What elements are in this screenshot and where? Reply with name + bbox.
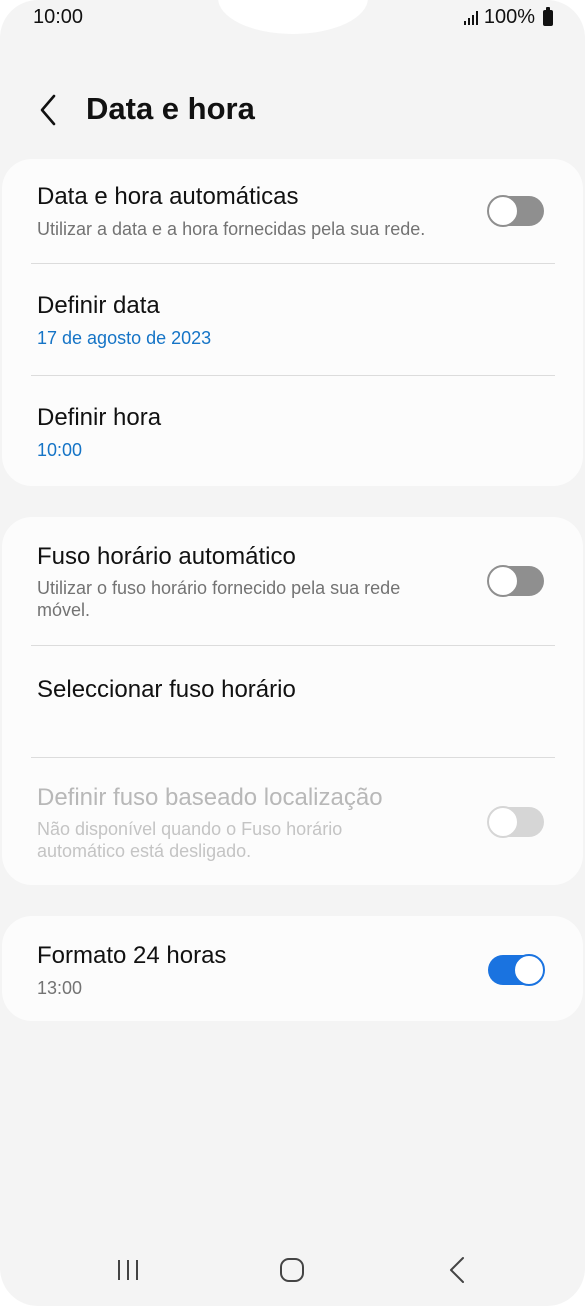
set-date-title: Definir data [37,292,160,319]
format-card: Formato 24 horas 13:00 [2,916,583,1021]
chevron-left-icon[interactable] [30,88,70,132]
status-bar: 10:00 100% [0,0,585,34]
format-24h-row[interactable]: Formato 24 horas 13:00 [2,916,583,1021]
back-icon[interactable] [427,1250,487,1290]
phone-screen: 10:00 100% Data e hora Data e hora autom… [0,0,585,1306]
toggle-knob [487,565,519,597]
status-right: 100% [463,6,553,29]
location-timezone-title: Definir fuso baseado localização [37,784,383,811]
recents-icon[interactable] [98,1250,158,1290]
auto-datetime-row[interactable]: Data e hora automáticas Utilizar a data … [2,159,583,264]
set-time-row[interactable]: Definir hora 10:00 [2,376,583,486]
auto-timezone-toggle[interactable] [487,565,544,597]
format-24h-toggle[interactable] [488,954,545,986]
select-timezone-row[interactable]: Seleccionar fuso horário [2,646,583,757]
toggle-knob [487,195,519,227]
app-header: Data e hora [0,80,585,140]
signal-icon [463,10,478,25]
datetime-card: Data e hora automáticas Utilizar a data … [2,159,583,486]
home-icon[interactable] [262,1250,322,1290]
auto-timezone-subtitle: Utilizar o fuso horário fornecido pela s… [37,578,401,620]
timezone-card: Fuso horário automático Utilizar o fuso … [2,517,583,885]
toggle-knob [487,806,519,838]
location-timezone-subtitle: Não disponível quando o Fuso horário aut… [37,819,343,861]
page-title: Data e hora [86,91,255,126]
auto-timezone-title: Fuso horário automático [37,543,296,570]
navigation-bar [0,1230,585,1306]
set-time-title: Definir hora [37,404,162,431]
auto-datetime-title: Data e hora automáticas [37,183,299,210]
set-date-value: 17 de agosto de 2023 [37,328,212,348]
format-24h-title: Formato 24 horas [37,942,227,969]
location-timezone-toggle [487,806,544,838]
status-time: 10:00 [33,6,84,28]
battery-percent: 100% [483,6,535,28]
location-timezone-row: Definir fuso baseado localização Não dis… [2,758,583,885]
toggle-knob [513,954,545,986]
auto-datetime-subtitle: Utilizar a data e a hora fornecidas pela… [37,219,426,239]
format-24h-subtitle: 13:00 [37,978,83,998]
set-time-value: 10:00 [37,440,83,460]
set-date-row[interactable]: Definir data 17 de agosto de 2023 [2,264,583,375]
auto-timezone-row[interactable]: Fuso horário automático Utilizar o fuso … [2,517,583,646]
select-timezone-title: Seleccionar fuso horário [37,676,296,703]
auto-datetime-toggle[interactable] [487,195,544,227]
battery-icon [543,6,553,26]
